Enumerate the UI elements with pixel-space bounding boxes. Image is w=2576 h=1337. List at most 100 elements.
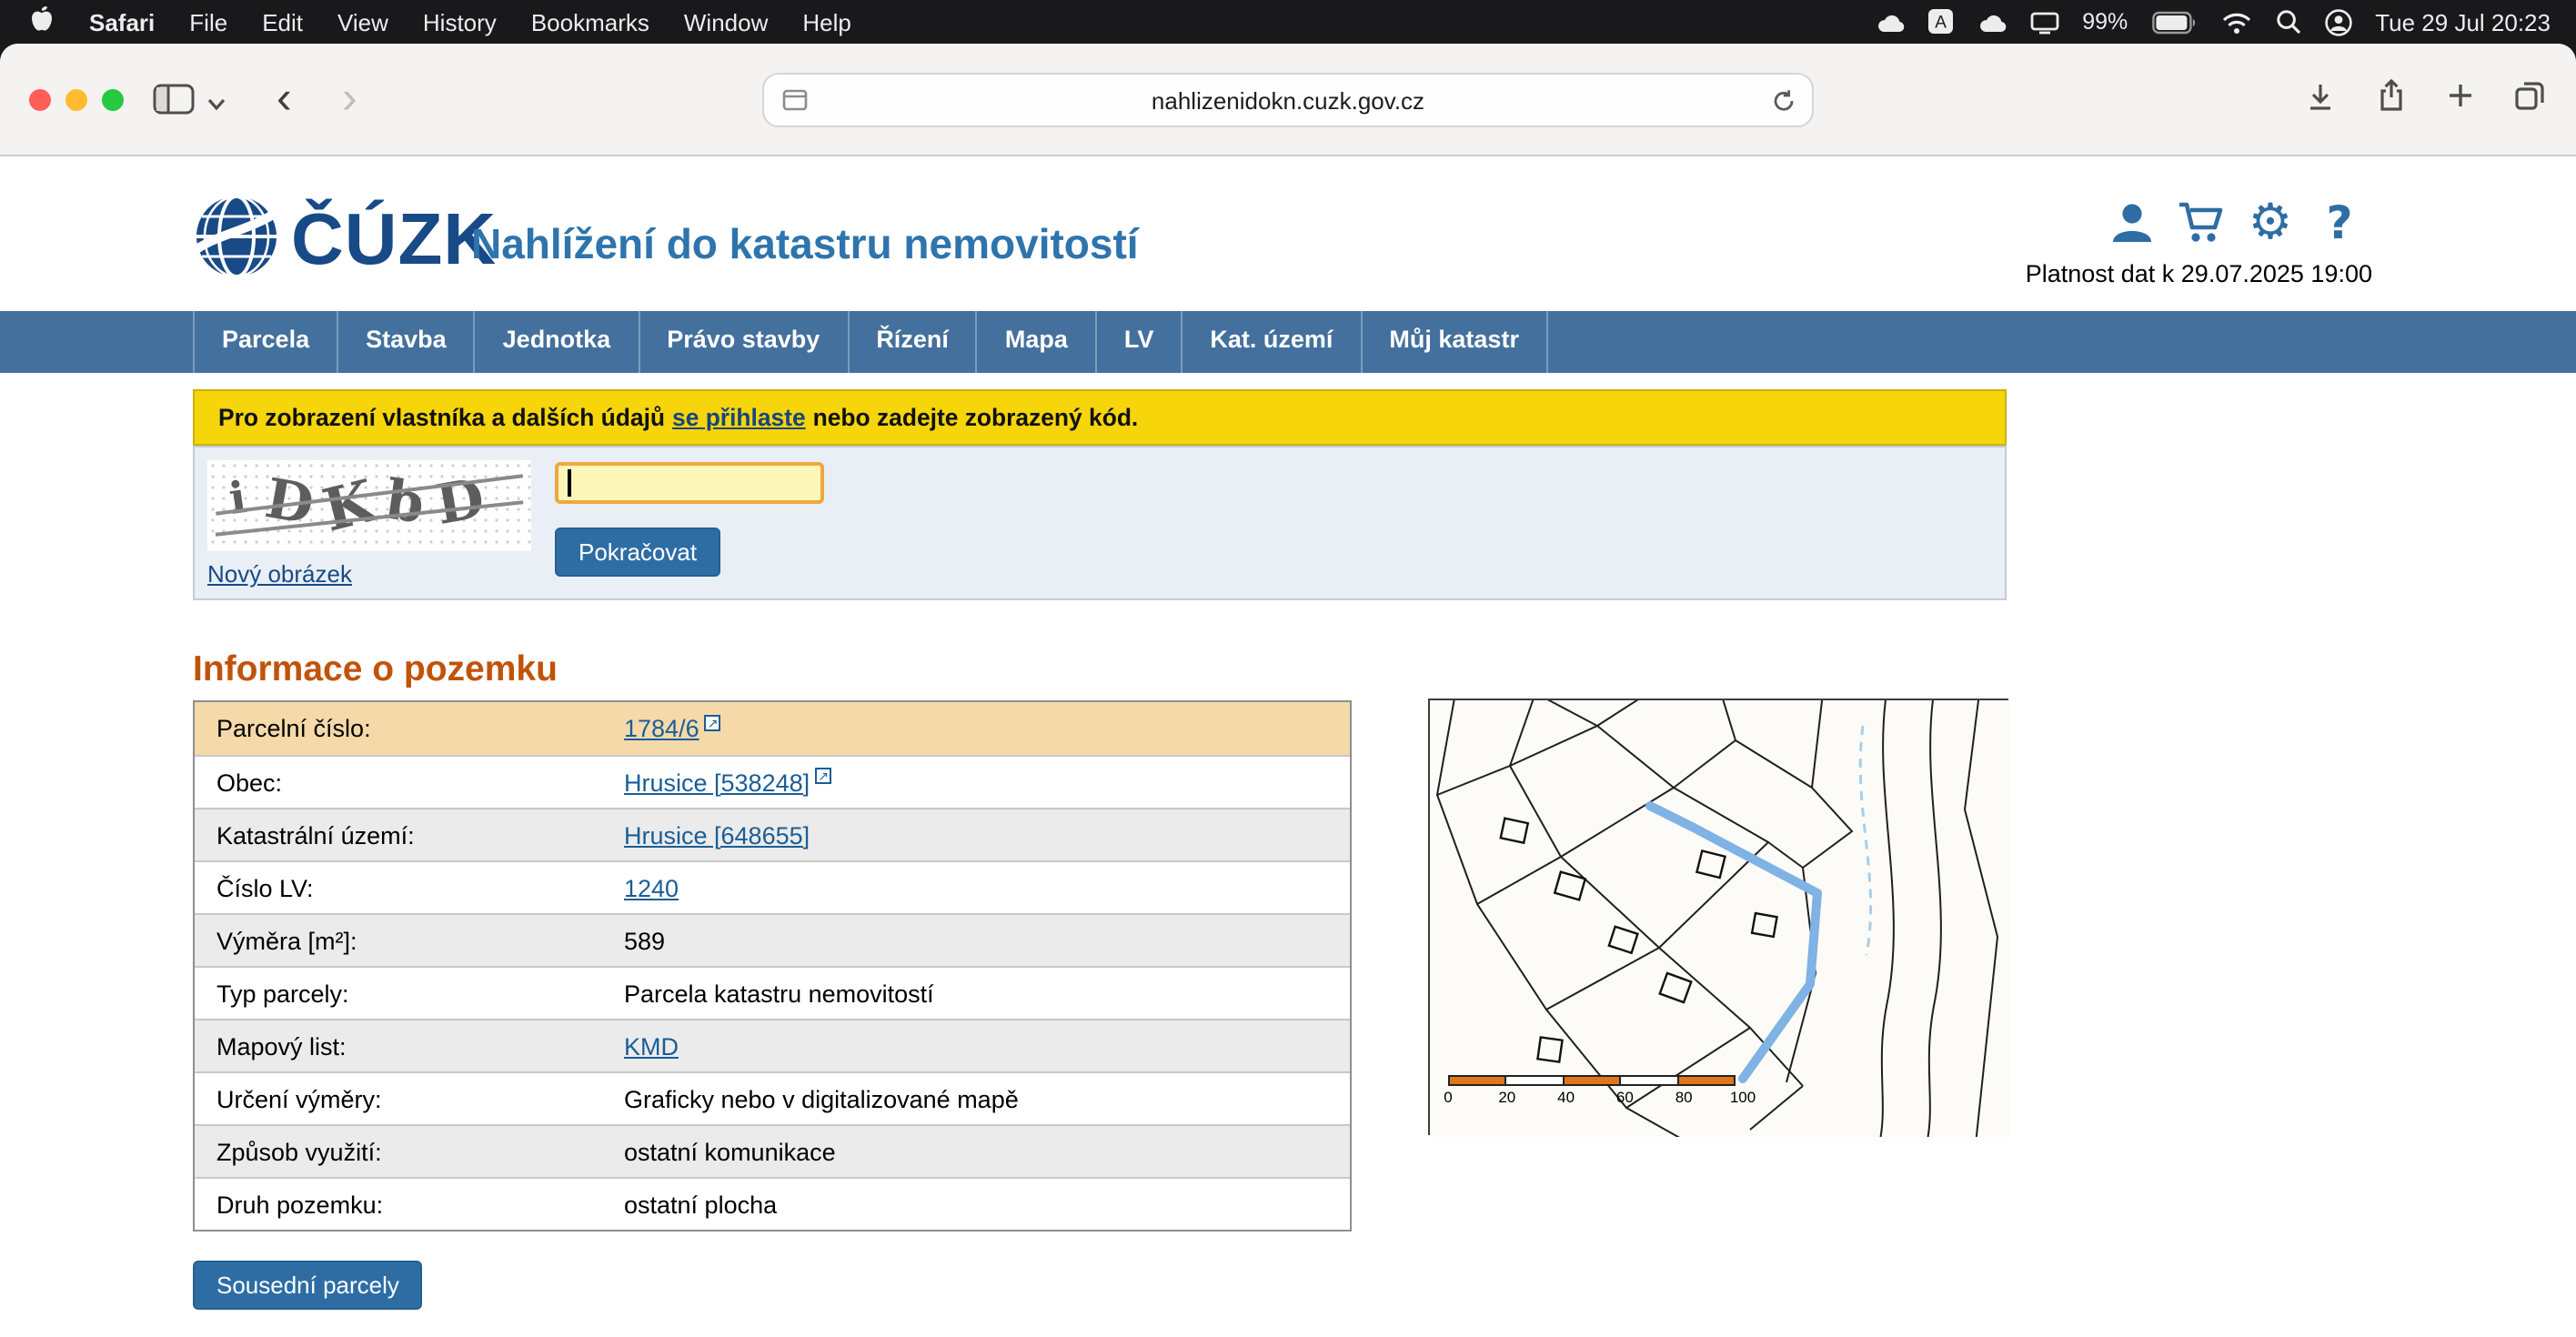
cloud-icon[interactable] [1875,10,1904,34]
user-switch-icon[interactable] [2324,8,2351,35]
menu-history[interactable]: History [423,8,497,35]
row-label: Druh pozemku: [195,1191,602,1218]
menu-safari[interactable]: Safari [89,8,155,35]
downloads-icon[interactable] [2303,79,2338,121]
notice-text-before: Pro zobrazení vlastníka a dalších údajů [218,404,665,431]
address-bar[interactable]: nahlizenidokn.cuzk.gov.cz [762,73,1814,127]
neighboring-parcels-button[interactable]: Sousední parcely [193,1261,423,1310]
row-value-link[interactable]: Hrusice [538248] [624,769,810,796]
row-value-cell: 1784/6↗ [602,714,721,743]
captcha-panel: iDKbD Nový obrázek Pokračovat [193,446,2007,600]
new-captcha-image-link[interactable]: Nový obrázek [207,560,352,588]
settings-gear-icon[interactable]: ⚙ [2245,196,2296,247]
menu-clock[interactable]: Tue 29 Jul 20:23 [2375,8,2551,35]
row-label: Číslo LV: [195,874,602,901]
wifi-icon[interactable] [2220,10,2251,34]
desktop: Safari File Edit View History Bookmarks Window… [0,0,2576,1337]
cuzk-logo-globe-icon[interactable] [193,193,280,289]
page-content: ČÚZK Nahlížení do katastru nemovitostí ⚙… [0,156,2576,1337]
apple-menu-icon[interactable] [29,5,55,39]
spotlight-icon[interactable] [2275,9,2300,35]
back-button[interactable]: ‹ [277,71,292,126]
notice-text-after: nebo zadejte zobrazený kód. [813,404,1139,431]
page-proxy-icon[interactable] [782,89,808,116]
nav-item-rizeni[interactable]: Řízení [849,311,978,373]
scale-label: 20 [1498,1088,1515,1106]
help-icon[interactable]: ? [2314,196,2365,247]
row-value-cell: Graficky nebo v digitalizované mapě [602,1085,1019,1112]
captcha-image: iDKbD [207,460,531,551]
row-value-cell: ostatní komunikace [602,1138,836,1165]
row-value-link[interactable]: KMD [624,1032,679,1060]
nav-item-mapa[interactable]: Mapa [978,311,1097,373]
scale-segment [1505,1075,1565,1086]
menu-help[interactable]: Help [802,8,851,35]
forward-button[interactable]: › [342,71,357,126]
input-source-icon[interactable]: A [1927,9,1953,35]
sidebar-toggle-icon[interactable] [153,84,195,124]
row-label: Výměra [m²]: [195,927,602,954]
nav-item-muj-katastr[interactable]: Můj katastr [1362,311,1548,373]
parcel-row-vymera-m: Výměra [m²]: 589 [195,913,1350,966]
continue-button[interactable]: Pokračovat [555,528,720,577]
zoom-window-button[interactable] [102,89,124,111]
parcel-row-zpusob-vyuziti: Způsob využití:ostatní komunikace [195,1124,1350,1177]
cuzk-logo-text[interactable]: ČÚZK [291,200,497,282]
captcha-letter: D [431,467,488,538]
cloud-sync-icon[interactable] [1977,10,2006,34]
cadastral-map[interactable]: 020406080100 [1428,699,2008,1135]
row-value-cell: 1240 [602,874,679,901]
reload-icon[interactable] [1772,89,1796,118]
nav-item-lv[interactable]: LV [1097,311,1183,373]
row-label: Parcelní číslo: [195,715,602,742]
row-value-link[interactable]: Hrusice [648655] [624,821,810,849]
row-value-cell: ostatní plocha [602,1191,777,1218]
url-text: nahlizenidokn.cuzk.gov.cz [1152,86,1424,114]
battery-icon[interactable] [2151,10,2197,34]
svg-text:A: A [1934,14,1946,33]
row-value-link[interactable]: 1784/6 [624,715,699,742]
row-label: Obec: [195,769,602,796]
minimize-window-button[interactable] [65,89,87,111]
menu-bar: Safari File Edit View History Bookmarks Window… [0,0,2576,44]
scale-label: 100 [1730,1088,1756,1106]
sidebar-chevron-icon[interactable] [207,87,226,120]
menu-edit[interactable]: Edit [262,8,303,35]
new-tab-icon[interactable] [2445,80,2476,120]
close-window-button[interactable] [29,89,51,111]
menu-bar-left: Safari File Edit View History Bookmarks Window… [0,5,851,39]
nav-item-parcela[interactable]: Parcela [193,311,338,373]
nav-item-pravo-stavby[interactable]: Právo stavby [639,311,849,373]
header-icons: ⚙ ? [2107,196,2365,247]
row-label: Způsob využití: [195,1138,602,1165]
cart-icon[interactable] [2176,196,2227,247]
captcha-letter: K [317,466,382,545]
row-value-link[interactable]: 1240 [624,874,679,901]
user-account-icon[interactable] [2107,196,2158,247]
scale-label: 60 [1616,1088,1634,1106]
menu-items: Safari File Edit View History Bookmarks Window… [89,8,851,35]
tab-overview-icon[interactable] [2512,78,2547,122]
nav-item-stavba[interactable]: Stavba [338,311,476,373]
scale-label: 40 [1557,1088,1575,1106]
row-value-cell: Parcela katastru nemovitostí [602,980,934,1007]
menu-bookmarks[interactable]: Bookmarks [531,8,649,35]
captcha-input[interactable] [555,462,824,504]
login-link[interactable]: se přihlaste [672,404,806,431]
menu-file[interactable]: File [189,8,227,35]
nav-item-kat-uzemi[interactable]: Kat. území [1182,311,1362,373]
share-icon[interactable] [2374,78,2409,122]
login-notice-bar: Pro zobrazení vlastníka a dalších údajů … [193,389,2007,446]
row-value: ostatní plocha [624,1191,777,1218]
display-icon[interactable] [2029,10,2058,34]
nav-item-jednotka[interactable]: Jednotka [476,311,640,373]
menu-view[interactable]: View [337,8,388,35]
menu-bar-status: A 99% Tue 29 Jul 20:23 [1875,8,2576,35]
map-scale-bar: 020406080100 [1448,1075,1746,1106]
row-value-cell: Hrusice [538248]↗ [602,768,831,797]
row-label: Mapový list: [195,1032,602,1060]
text-cursor [568,469,570,497]
menu-window[interactable]: Window [684,8,769,35]
main-navigation: ParcelaStavbaJednotkaPrávo stavbyŘízeníM… [0,311,2576,373]
row-value: 589 [624,927,665,954]
